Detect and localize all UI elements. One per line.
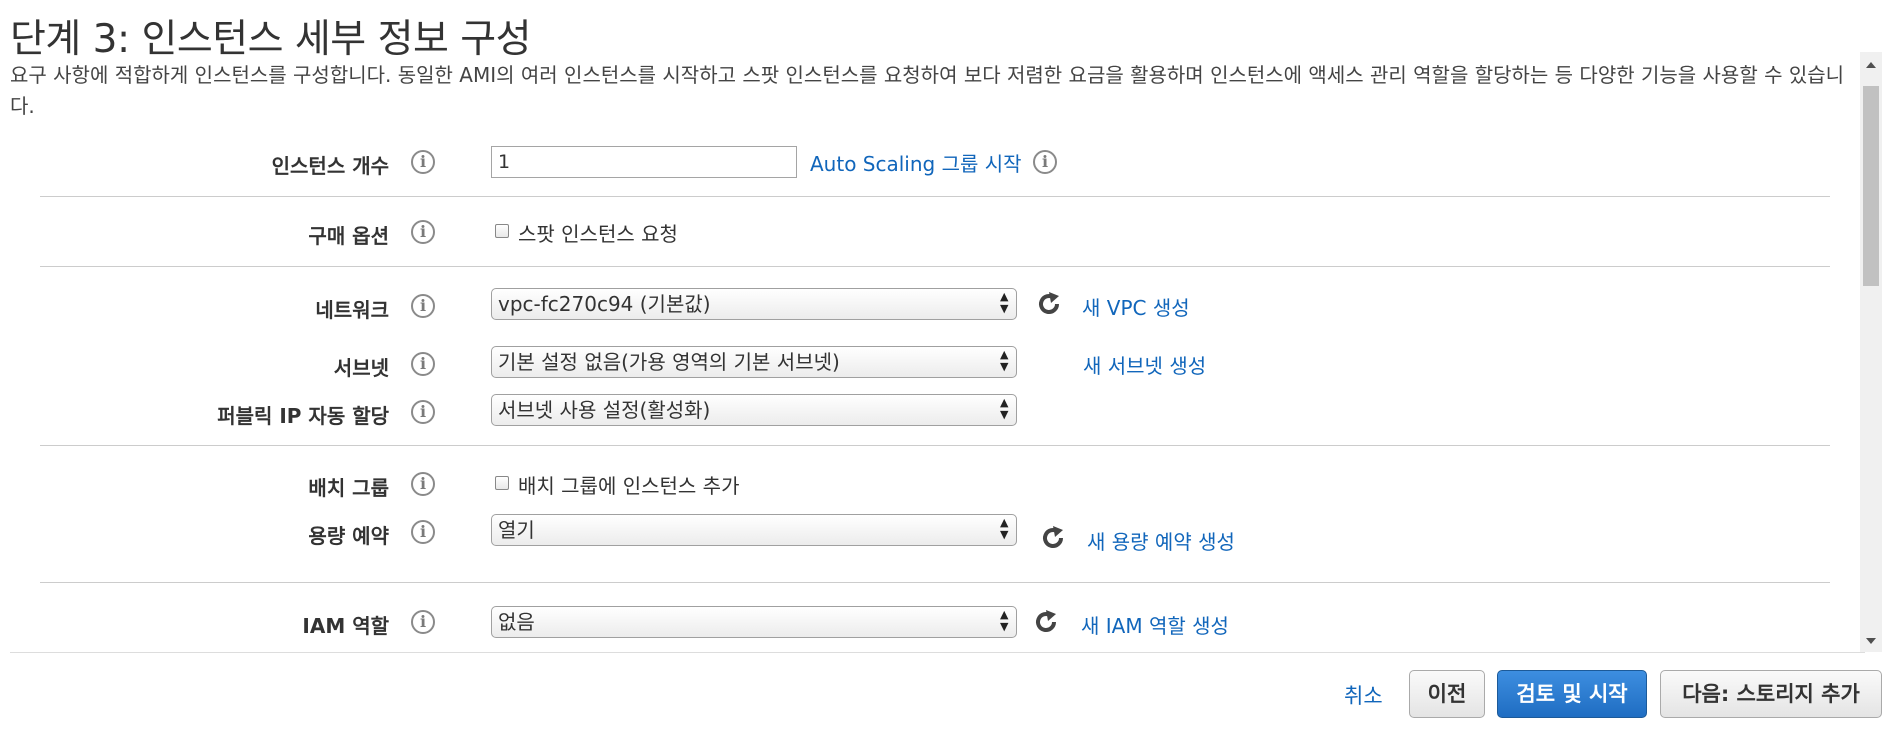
- capacity-reservation-row: 용량 예약 i 열기 ▲ ▼ 새 용량 예약 생성: [0, 514, 1875, 554]
- scrollbar-thumb[interactable]: [1863, 86, 1879, 286]
- select-arrows-icon: ▲ ▼: [1000, 348, 1009, 373]
- divider: [40, 266, 1830, 267]
- page-description: 요구 사항에 적합하게 인스턴스를 구성합니다. 동일한 AMI의 여러 인스턴…: [10, 63, 1845, 118]
- public-ip-label: 퍼블릭 IP 자동 할당: [217, 404, 389, 428]
- purchase-option-row: 구매 옵션 i 스팟 인스턴스 요청: [0, 214, 1875, 254]
- divider: [40, 445, 1830, 446]
- subnet-row: 서브넷 i 기본 설정 없음(가용 영역의 기본 서브넷) ▲ ▼ 새 서브넷 생…: [0, 346, 1875, 386]
- iam-role-label: IAM 역할: [302, 614, 389, 638]
- divider: [40, 196, 1830, 197]
- divider: [40, 582, 1830, 583]
- placement-group-checkbox[interactable]: [495, 476, 509, 490]
- info-icon[interactable]: i: [1033, 150, 1057, 174]
- spot-instance-checkbox-label[interactable]: 스팟 인스턴스 요청: [518, 218, 678, 247]
- public-ip-select[interactable]: 서브넷 사용 설정(활성화) ▲ ▼: [491, 394, 1017, 426]
- subnet-select[interactable]: 기본 설정 없음(가용 영역의 기본 서브넷) ▲ ▼: [491, 346, 1017, 378]
- placement-group-checkbox-label[interactable]: 배치 그룹에 인스턴스 추가: [518, 470, 739, 499]
- capacity-reservation-select[interactable]: 열기 ▲ ▼: [491, 514, 1017, 546]
- footer-divider: [10, 652, 1865, 653]
- instance-count-input[interactable]: [491, 146, 797, 178]
- info-icon[interactable]: i: [411, 294, 435, 318]
- instance-count-label: 인스턴스 개수: [271, 154, 389, 178]
- iam-role-select-value: 없음: [498, 610, 535, 634]
- auto-scaling-link[interactable]: Auto Scaling 그룹 시작: [810, 148, 1022, 177]
- create-vpc-link[interactable]: 새 VPC 생성: [1082, 292, 1190, 321]
- info-icon[interactable]: i: [411, 472, 435, 496]
- create-subnet-link[interactable]: 새 서브넷 생성: [1083, 350, 1206, 379]
- iam-role-select[interactable]: 없음 ▲ ▼: [491, 606, 1017, 638]
- select-arrows-icon: ▲ ▼: [1000, 396, 1009, 421]
- select-arrows-icon: ▲ ▼: [1000, 516, 1009, 541]
- public-ip-select-value: 서브넷 사용 설정(활성화): [498, 398, 711, 422]
- previous-button[interactable]: 이전: [1409, 670, 1485, 718]
- page-title: 단계 3: 인스턴스 세부 정보 구성: [10, 17, 532, 62]
- network-select[interactable]: vpc-fc270c94 (기본값) ▲ ▼: [491, 288, 1017, 320]
- public-ip-row: 퍼블릭 IP 자동 할당 i 서브넷 사용 설정(활성화) ▲ ▼: [0, 394, 1875, 434]
- info-icon[interactable]: i: [411, 220, 435, 244]
- capacity-reservation-select-value: 열기: [498, 518, 535, 542]
- scroll-down-arrow-icon[interactable]: [1866, 638, 1876, 644]
- scroll-up-arrow-icon[interactable]: [1866, 62, 1876, 68]
- info-icon[interactable]: i: [411, 352, 435, 376]
- instance-count-row: 인스턴스 개수 i Auto Scaling 그룹 시작 i: [0, 144, 1875, 184]
- select-arrows-icon: ▲ ▼: [1000, 290, 1009, 315]
- vertical-scrollbar[interactable]: [1860, 52, 1882, 652]
- capacity-reservation-label: 용량 예약: [308, 524, 389, 548]
- placement-group-row: 배치 그룹 i 배치 그룹에 인스턴스 추가: [0, 466, 1875, 506]
- cancel-link[interactable]: 취소: [1344, 680, 1383, 710]
- network-row: 네트워크 i vpc-fc270c94 (기본값) ▲ ▼ 새 VPC 생성: [0, 288, 1875, 328]
- info-icon[interactable]: i: [411, 610, 435, 634]
- network-select-value: vpc-fc270c94 (기본값): [498, 292, 711, 316]
- create-iam-role-link[interactable]: 새 IAM 역할 생성: [1081, 610, 1229, 639]
- refresh-icon[interactable]: [1032, 608, 1060, 636]
- refresh-icon[interactable]: [1039, 524, 1067, 552]
- iam-role-row: IAM 역할 i 없음 ▲ ▼ 새 IAM 역할 생성: [0, 604, 1875, 644]
- subnet-select-value: 기본 설정 없음(가용 영역의 기본 서브넷): [498, 350, 840, 374]
- placement-group-label: 배치 그룹: [308, 476, 389, 500]
- subnet-label: 서브넷: [333, 356, 389, 380]
- spot-instance-checkbox[interactable]: [495, 224, 509, 238]
- form-scroll-area: 단계 3: 인스턴스 세부 정보 구성 요구 사항에 적합하게 인스턴스를 구성…: [0, 0, 1875, 655]
- info-icon[interactable]: i: [411, 400, 435, 424]
- select-arrows-icon: ▲ ▼: [1000, 608, 1009, 633]
- next-add-storage-button[interactable]: 다음: 스토리지 추가: [1660, 670, 1882, 718]
- refresh-icon[interactable]: [1035, 290, 1063, 318]
- review-and-launch-button[interactable]: 검토 및 시작: [1497, 670, 1647, 718]
- info-icon[interactable]: i: [411, 520, 435, 544]
- info-icon[interactable]: i: [411, 150, 435, 174]
- purchase-option-label: 구매 옵션: [308, 224, 389, 248]
- network-label: 네트워크: [315, 298, 389, 322]
- create-capacity-reservation-link[interactable]: 새 용량 예약 생성: [1087, 526, 1235, 555]
